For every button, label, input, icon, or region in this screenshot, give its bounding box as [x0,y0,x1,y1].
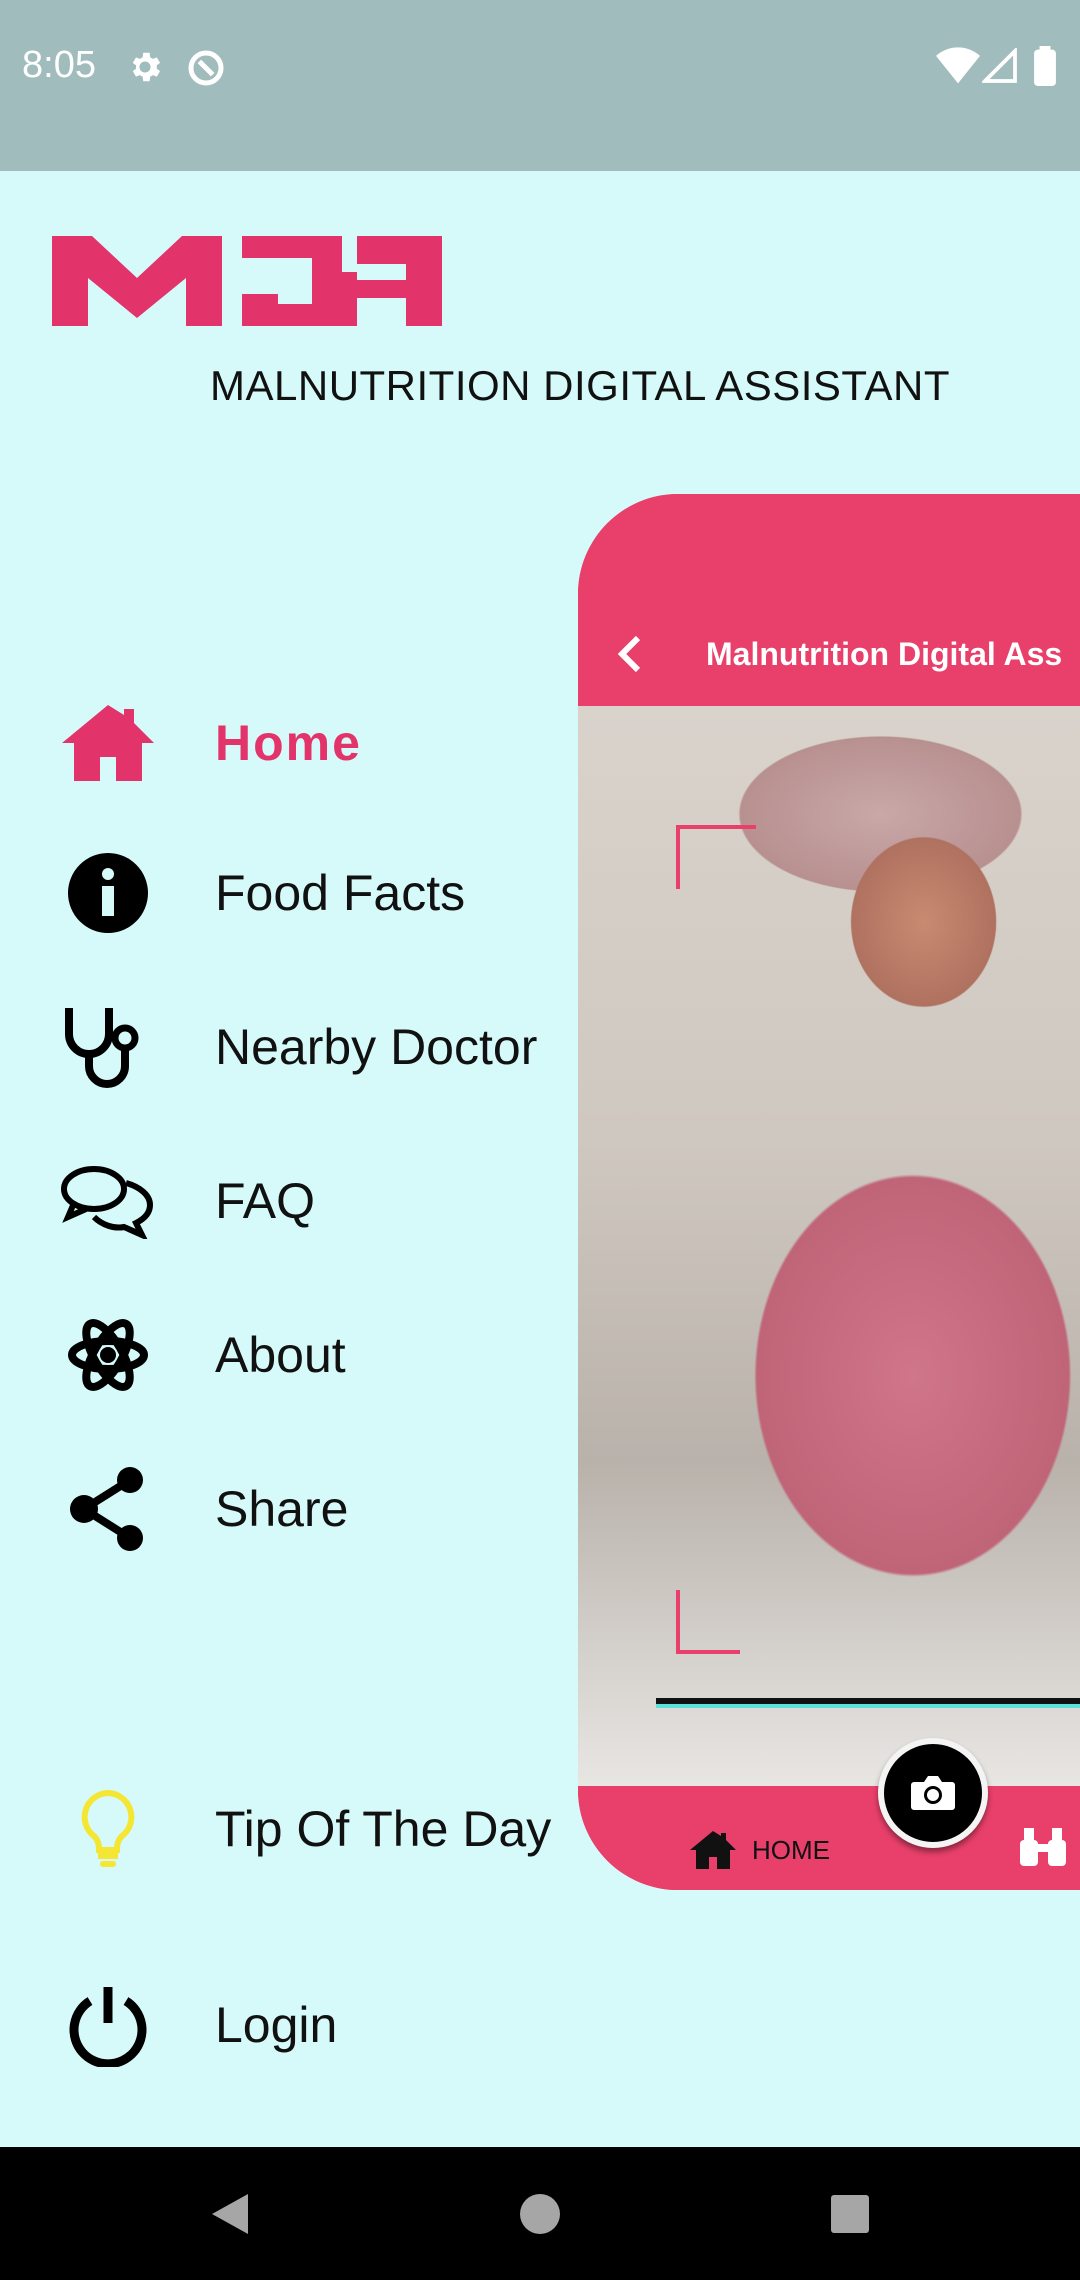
home-icon [56,700,160,786]
preview-bottom-bar: HOME [578,1790,1080,1890]
status-time: 8:05 [22,44,96,86]
share-icon [56,1466,160,1552]
drawer-item-label: Share [215,1481,349,1537]
status-bar: 8:05 [0,0,1080,171]
drawer-item-label: Food Facts [215,865,466,921]
drawer-item-login[interactable]: Login [0,1970,570,2080]
camera-button[interactable] [878,1738,988,1848]
tab-home-label: HOME [752,1834,830,1865]
wifi-icon [936,46,980,89]
drawer-item-label: Nearby Doctor [215,1019,538,1075]
drawer-item-nearby-doctor[interactable]: Nearby Doctor [0,992,570,1102]
lightbulb-icon [56,1786,160,1872]
home-circle-icon[interactable] [500,2147,580,2280]
system-nav-bar [0,2147,1080,2280]
recents-square-icon[interactable] [810,2147,890,2280]
drawer-item-share[interactable]: Share [0,1454,570,1564]
power-icon [56,1982,160,2068]
atom-icon [56,1312,160,1398]
drawer-item-tip-of-the-day[interactable]: Tip Of The Day [0,1774,570,1884]
drawer-item-food-facts[interactable]: Food Facts [0,838,570,948]
scan-line [656,1698,1080,1708]
tab-home[interactable]: HOME [688,1830,830,1870]
signal-icon [980,46,1018,89]
drawer-item-label: About [215,1327,346,1383]
back-triangle-icon[interactable] [190,2147,270,2280]
info-icon [56,850,160,936]
stethoscope-icon [56,1004,160,1090]
camera-icon [911,1776,955,1810]
preview-title: Malnutrition Digital Ass [706,636,1063,672]
baby-photo [578,706,1080,1786]
preview-header: Malnutrition Digital Ass [578,494,1080,706]
app-subtitle: MALNUTRITION DIGITAL ASSISTANT [210,362,950,409]
gear-icon [126,48,164,91]
drawer-item-label: FAQ [215,1173,316,1229]
app-logo [52,236,442,341]
scan-bracket-top-left [676,825,756,889]
at-sign-icon [186,48,226,93]
battery-icon [1034,46,1056,91]
drawer-item-about[interactable]: About [0,1300,570,1410]
chat-bubbles-icon [56,1158,160,1244]
drawer-item-label: Login [215,1997,338,2053]
drawer-item-label: Tip Of The Day [215,1801,552,1857]
scan-bracket-bottom-left [676,1590,740,1654]
drawer-item-label: Home [215,715,362,771]
drawer-item-home[interactable]: Home [0,688,570,798]
main-screen-preview[interactable]: Malnutrition Digital Ass HOME [578,494,1080,1890]
back-chevron-icon[interactable] [614,634,644,679]
binoculars-icon[interactable] [1018,1826,1068,1873]
drawer-item-faq[interactable]: FAQ [0,1146,570,1256]
home-icon [690,1831,736,1869]
